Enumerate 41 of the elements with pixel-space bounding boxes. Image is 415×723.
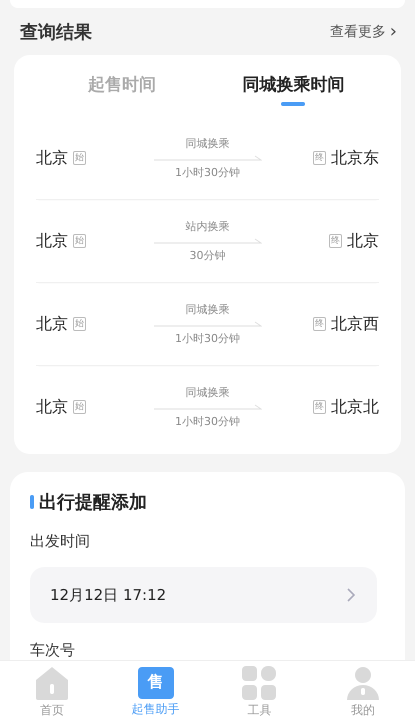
nav-tab[interactable]: 我的	[351, 702, 376, 718]
field-label: 车次号	[30, 641, 76, 660]
transfer-type: 站内换乘	[186, 219, 230, 234]
tab[interactable]: 起售时间	[88, 72, 156, 96]
end-tag: 终	[329, 234, 342, 248]
chevron-icon	[347, 588, 355, 602]
end-tag: 终	[313, 151, 326, 165]
start-tag: 始	[73, 234, 86, 248]
nav-tab[interactable]: 首页	[40, 702, 64, 718]
transfer-duration: 1小时30分钟	[175, 165, 240, 180]
destination-station: 北京	[347, 230, 379, 252]
transfer-duration: 1小时30分钟	[175, 331, 240, 346]
destination-station: 北京东	[331, 148, 379, 168]
end-tag: 终	[313, 317, 326, 331]
transfer-type: 同城换乘	[186, 385, 230, 400]
origin-station: 北京	[36, 230, 68, 252]
destination-station: 北京西	[331, 314, 379, 334]
departure-time-field[interactable]: 12月12日 17:12	[30, 567, 377, 623]
transfer-type: 同城换乘	[186, 302, 230, 317]
destination-station: 北京北	[331, 396, 379, 418]
tab-indicator	[281, 102, 306, 106]
section-title: 出行提醒添加	[39, 491, 147, 514]
transfer-duration: 1小时30分钟	[175, 414, 240, 429]
start-tag: 始	[73, 151, 86, 165]
nav-tab[interactable]: 工具	[247, 702, 272, 718]
start-tag: 始	[73, 400, 86, 414]
field-label: 出发时间	[30, 532, 91, 551]
origin-station: 北京	[36, 314, 68, 334]
origin-station: 北京	[36, 148, 68, 168]
ticket-icon: 售	[138, 666, 174, 698]
view-more-link[interactable]: 查看更多	[330, 22, 386, 41]
chevron-icon: ›	[390, 21, 397, 42]
origin-station: 北京	[36, 396, 68, 418]
tab[interactable]: 同城换乘时间	[242, 72, 344, 96]
title-bar-icon	[30, 495, 34, 509]
section-title: 查询结果	[20, 20, 92, 44]
nav-tab[interactable]: 起售助手	[132, 700, 180, 718]
end-tag: 终	[313, 400, 326, 414]
transfer-duration: 30分钟	[190, 248, 226, 263]
start-tag: 始	[73, 317, 86, 331]
transfer-type: 同城换乘	[186, 136, 230, 151]
